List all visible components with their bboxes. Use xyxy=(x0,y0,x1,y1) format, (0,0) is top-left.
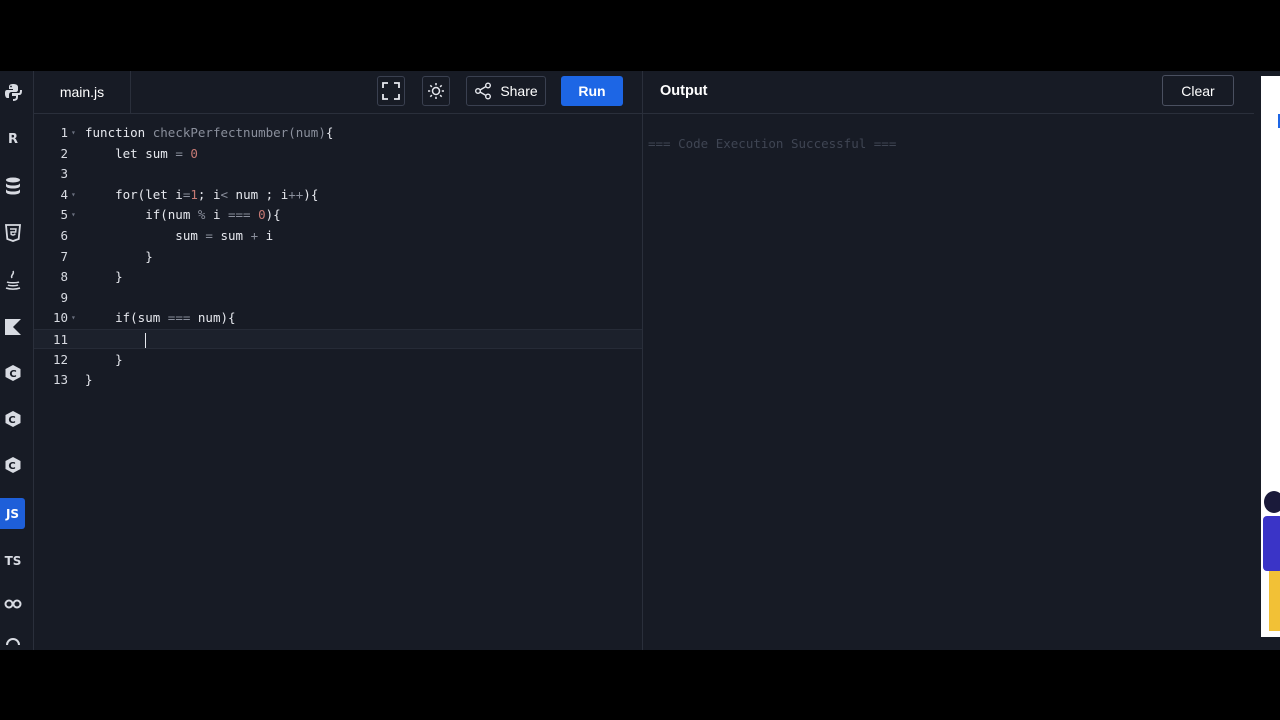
fold-chevron-icon[interactable]: ▾ xyxy=(71,123,79,143)
code-line[interactable]: 12 } xyxy=(34,350,642,370)
code-text: if(num % i === 0){ xyxy=(85,207,281,223)
output-header: Output Clear xyxy=(643,71,1254,114)
code-line[interactable]: 7 } xyxy=(34,247,642,267)
more-icon[interactable] xyxy=(0,633,26,649)
code-line[interactable]: 1 ▾ function checkPerfectnumber(num){ xyxy=(34,123,642,143)
csharp-icon[interactable]: C xyxy=(0,450,26,480)
line-number: 7 xyxy=(60,248,68,264)
share-button[interactable]: Share xyxy=(466,76,546,106)
sql-icon[interactable] xyxy=(0,171,26,201)
r-icon[interactable]: R xyxy=(0,124,26,154)
code-text: for(let i=1; i< num ; i++){ xyxy=(85,186,319,202)
line-number: 8 xyxy=(60,269,68,285)
sun-icon xyxy=(428,83,444,99)
line-number: 10 xyxy=(52,310,68,326)
code-line[interactable]: 11 xyxy=(34,329,642,349)
code-text: let sum = 0 xyxy=(85,145,198,161)
r-label: R xyxy=(7,131,18,147)
side-advertisement[interactable] xyxy=(1261,76,1280,637)
editor-toolbar: main.js Share Run xyxy=(34,71,642,114)
share-label: Share xyxy=(500,83,538,99)
code-line[interactable]: 3 xyxy=(34,164,642,184)
code-text: sum = sum + i xyxy=(85,228,274,243)
code-editor-panel: main.js Share Run 1 ▾ function checkPerfec… xyxy=(34,71,642,650)
ad-illustration-head xyxy=(1264,491,1280,513)
output-title: Output xyxy=(660,83,708,99)
file-tab-main-js[interactable]: main.js xyxy=(34,71,131,113)
go-icon[interactable] xyxy=(0,589,26,619)
line-number: 9 xyxy=(60,289,68,305)
kotlin-icon[interactable] xyxy=(0,312,26,342)
online-compiler-app: R C C C JS TS main.js Share Run 1 ▾ func… xyxy=(0,71,1280,650)
fullscreen-icon xyxy=(382,82,400,100)
line-number: 13 xyxy=(52,372,68,388)
code-line[interactable]: 4 ▾ for(let i=1; i< num ; i++){ xyxy=(34,185,642,205)
svg-text:C: C xyxy=(9,369,16,380)
code-text-area[interactable]: 1 ▾ function checkPerfectnumber(num){2 let… xyxy=(34,115,642,650)
code-text: function checkPerfectnumber(num){ xyxy=(85,125,334,140)
code-line[interactable]: 6 sum = sum + i xyxy=(34,226,642,246)
code-line[interactable]: 13} xyxy=(34,370,642,390)
line-number: 1 xyxy=(60,125,68,140)
code-text: if(sum === num){ xyxy=(85,310,236,326)
language-sidebar: R C C C JS TS xyxy=(0,71,34,650)
java-icon[interactable] xyxy=(0,265,26,295)
code-line[interactable]: 9 xyxy=(34,288,642,308)
code-line[interactable]: 2 let sum = 0 xyxy=(34,144,642,164)
output-console-text: === Code Execution Successful === xyxy=(648,136,897,151)
fold-chevron-icon[interactable]: ▾ xyxy=(71,205,79,225)
run-button[interactable]: Run xyxy=(561,76,623,106)
code-text: } xyxy=(85,372,93,388)
ad-illustration-leg xyxy=(1269,571,1280,631)
python-icon[interactable] xyxy=(0,77,26,107)
html-icon[interactable] xyxy=(0,218,26,248)
line-number: 12 xyxy=(52,351,68,367)
clear-button[interactable]: Clear xyxy=(1162,75,1234,106)
share-icon xyxy=(475,82,492,100)
code-line[interactable]: 5 ▾ if(num % i === 0){ xyxy=(34,205,642,225)
line-number: 6 xyxy=(60,228,68,243)
fullscreen-button[interactable] xyxy=(377,76,405,106)
fold-chevron-icon[interactable]: ▾ xyxy=(71,185,79,205)
ad-illustration-body xyxy=(1263,516,1280,571)
js-label: JS xyxy=(5,506,20,521)
c-icon[interactable]: C xyxy=(0,358,26,388)
svg-text:C: C xyxy=(8,415,15,426)
code-text: } xyxy=(85,269,123,285)
fold-chevron-icon[interactable]: ▾ xyxy=(71,308,79,328)
line-number: 2 xyxy=(60,145,68,161)
line-number: 3 xyxy=(60,166,68,182)
code-line[interactable]: 10 ▾ if(sum === num){ xyxy=(34,308,642,328)
output-panel: Output Clear === Code Execution Successf… xyxy=(642,71,1254,650)
line-number: 5 xyxy=(60,207,68,223)
line-number: 11 xyxy=(52,332,68,347)
ts-icon[interactable]: TS xyxy=(0,546,26,576)
code-text xyxy=(85,330,147,350)
line-number: 4 xyxy=(60,186,68,202)
code-line[interactable]: 8 } xyxy=(34,267,642,287)
js-icon[interactable]: JS xyxy=(0,498,25,529)
cpp-icon[interactable]: C xyxy=(0,404,26,434)
ts-label: TS xyxy=(4,554,22,568)
svg-text:C: C xyxy=(8,461,15,472)
theme-toggle-button[interactable] xyxy=(422,76,450,106)
code-text: } xyxy=(85,248,153,264)
code-text: } xyxy=(85,351,123,367)
